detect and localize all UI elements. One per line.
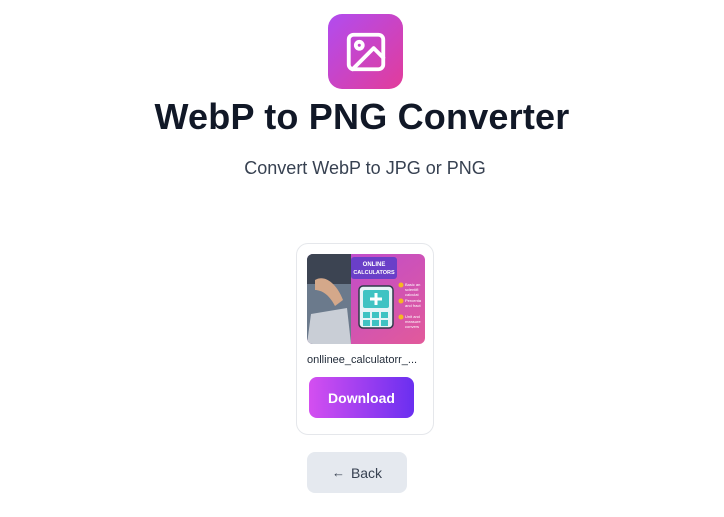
back-button[interactable]: ← Back <box>307 452 407 493</box>
download-button[interactable]: Download <box>309 377 414 418</box>
image-icon <box>346 32 385 71</box>
arrow-left-icon: ← <box>331 465 345 480</box>
thumbnail-heading-line2: CALCULATORS <box>353 270 395 276</box>
thumbnail-heading-line1: ONLINE <box>363 262 386 268</box>
thumbnail-bullet: calculat <box>405 292 419 297</box>
image-thumbnail: ONLINE CALCULATORS Basic an scientifi ca… <box>307 254 425 344</box>
page: WebP to PNG Converter Convert WebP to JP… <box>0 0 724 517</box>
app-logo <box>328 14 403 89</box>
thumbnail-bullet: convers <box>405 324 419 329</box>
page-subtitle: Convert WebP to JPG or PNG <box>244 158 486 178</box>
page-title: WebP to PNG Converter <box>154 96 570 137</box>
result-filename: onllinee_calculatorr_... <box>307 354 418 366</box>
result-card: ONLINE CALCULATORS Basic an scientifi ca… <box>296 243 434 435</box>
thumbnail-graphic: ONLINE CALCULATORS Basic an scientifi ca… <box>307 254 425 344</box>
thumbnail-bullet: and fract <box>405 303 421 308</box>
back-button-label: Back <box>350 464 383 481</box>
